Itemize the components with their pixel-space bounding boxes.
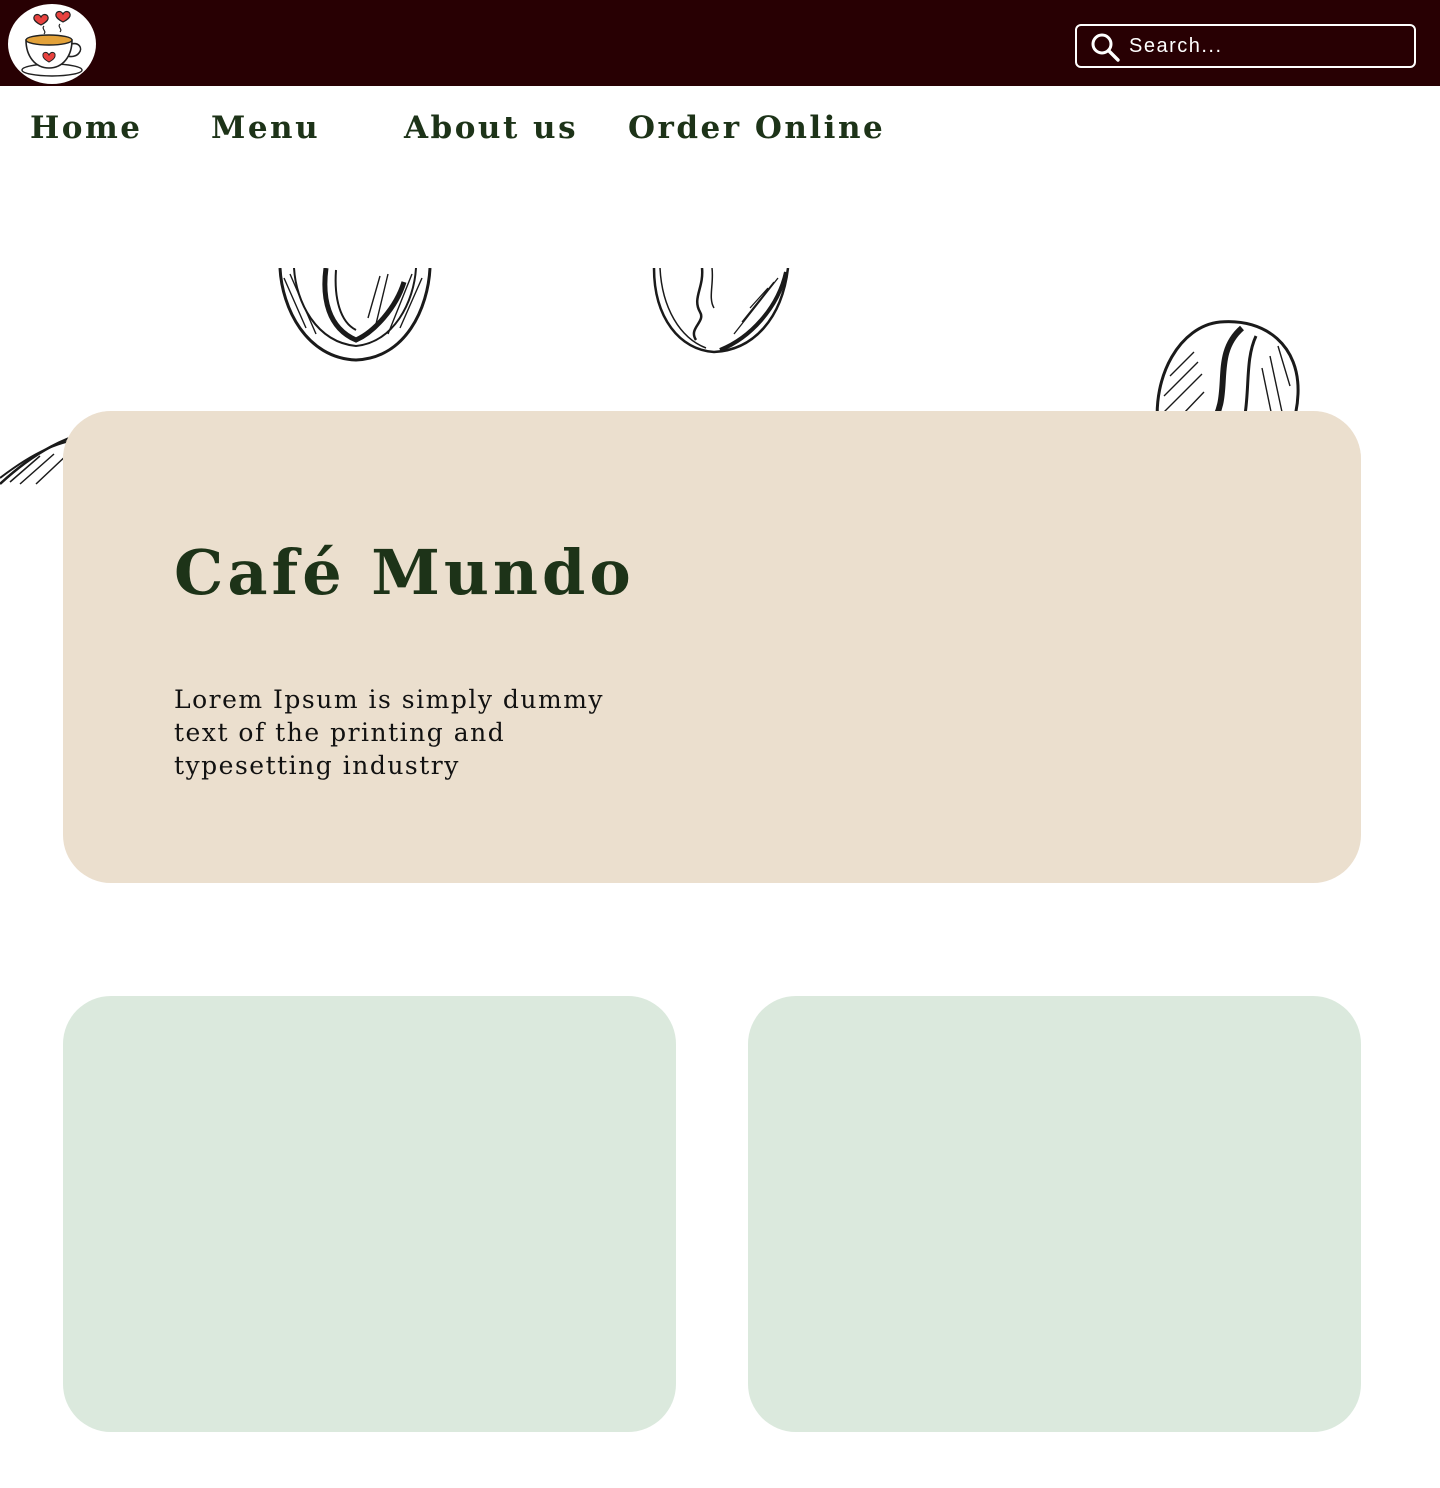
search-input[interactable]: [1129, 26, 1399, 66]
search-box[interactable]: [1075, 24, 1416, 68]
hero-title: Café Mundo: [174, 536, 635, 609]
feature-card-left: [63, 996, 676, 1432]
hero-description: Lorem Ipsum is simply dummy text of the …: [174, 685, 605, 780]
top-header: [0, 0, 1440, 86]
nav-home-link[interactable]: Home: [30, 106, 143, 150]
nav-order-online-link[interactable]: Order Online: [628, 106, 885, 150]
search-icon: [1091, 33, 1120, 62]
nav-menu-link[interactable]: Menu: [211, 106, 320, 150]
hero-banner: Café Mundo Lorem Ipsum is simply dummy t…: [63, 411, 1361, 883]
coffee-bean-icon: [650, 268, 792, 354]
coffee-bean-icon: [276, 268, 434, 364]
coffee-cup-logo-icon[interactable]: [8, 4, 96, 84]
feature-card-right: [748, 996, 1361, 1432]
nav-about-us-link[interactable]: About us: [404, 106, 578, 150]
